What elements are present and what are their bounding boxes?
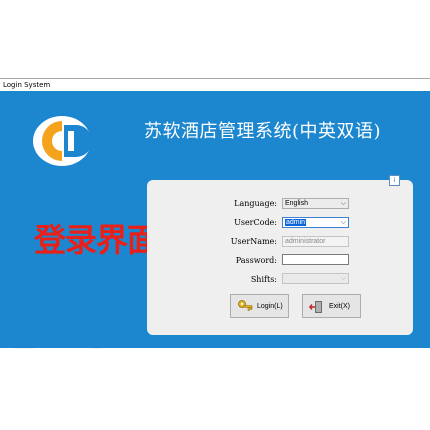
language-value: English — [285, 200, 308, 207]
app-title: 苏软酒店管理系统(中英双语) — [144, 121, 382, 142]
title-bar: Login System — [0, 78, 430, 91]
exit-button-label: Exit(X) — [329, 303, 350, 310]
shifts-label: Shifts: — [250, 275, 277, 284]
footer-text-right: …… — [92, 345, 102, 351]
shifts-select[interactable]: ⌵ — [282, 273, 349, 284]
chevron-down-icon: ⌵ — [340, 275, 346, 282]
key-icon — [238, 300, 253, 311]
username-value: administrator — [285, 238, 326, 245]
exit-button[interactable]: Exit(X) — [302, 294, 361, 318]
footer-text-left: ………… — [14, 345, 34, 351]
language-label: Language: — [234, 199, 277, 208]
login-screen-caption: 登录界面 — [34, 221, 159, 259]
chevron-down-icon: ⌵ — [340, 219, 346, 226]
usercode-value: admin — [285, 219, 307, 226]
language-select[interactable]: English ⌵ — [282, 198, 349, 209]
window-title: Login System — [3, 81, 51, 89]
chevron-down-icon: ⌵ — [340, 200, 346, 207]
login-button[interactable]: Login(L) — [230, 294, 289, 318]
password-label: Password: — [235, 256, 277, 265]
info-icon[interactable]: i — [389, 175, 400, 186]
username-label: UserName: — [230, 237, 277, 246]
usercode-label: UserCode: — [234, 218, 277, 227]
password-field[interactable] — [282, 254, 349, 265]
app-logo-icon — [33, 116, 92, 166]
login-button-label: Login(L) — [257, 303, 283, 310]
exit-door-icon — [309, 301, 322, 313]
usercode-combobox[interactable]: admin ⌵ — [282, 217, 349, 228]
username-field: administrator — [282, 236, 349, 247]
